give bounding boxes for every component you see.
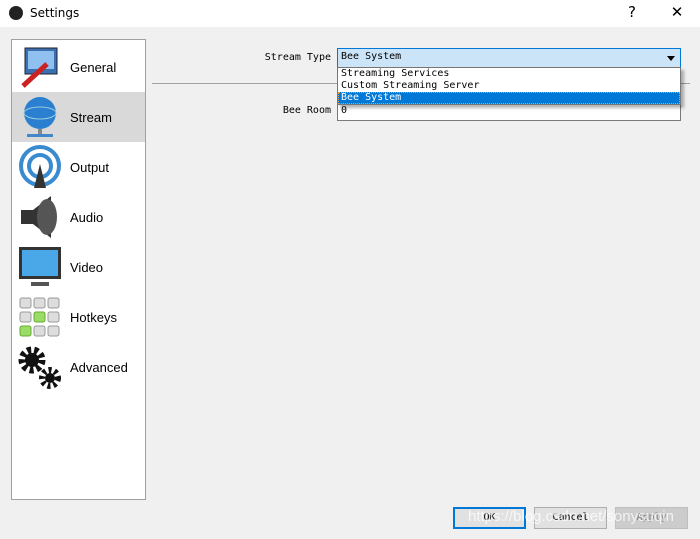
obs-logo-icon <box>9 6 23 20</box>
help-button[interactable]: ? <box>620 3 644 21</box>
stream-globe-icon <box>23 97 57 137</box>
stream-type-dropdown-list: Streaming Services Custom Streaming Serv… <box>337 67 681 105</box>
option-streaming-services[interactable]: Streaming Services <box>338 68 680 80</box>
sidebar-item-output[interactable]: Output <box>12 142 145 192</box>
sidebar-item-label: Hotkeys <box>70 310 117 325</box>
sidebar-item-label: Audio <box>70 210 104 225</box>
ok-button[interactable]: OK <box>453 507 526 529</box>
speaker-icon <box>21 196 57 238</box>
sidebar-item-general[interactable]: General <box>12 42 145 92</box>
sidebar-item-stream[interactable]: Stream <box>12 92 145 142</box>
sidebar-item-label: Output <box>70 160 110 175</box>
bee-room-label: Bee Room <box>282 105 331 116</box>
sidebar-item-hotkeys[interactable]: Hotkeys <box>12 292 145 342</box>
sidebar-item-label: Video <box>70 260 104 275</box>
general-icon <box>21 47 58 88</box>
sidebar-item-label: Stream <box>70 110 112 125</box>
close-button[interactable]: ✕ <box>665 3 689 21</box>
stream-type-label: Stream Type <box>264 52 331 63</box>
title-bar: Settings ? ✕ <box>0 0 700 27</box>
sidebar-item-label: Advanced <box>70 360 128 375</box>
sidebar-item-audio[interactable]: Audio <box>12 192 145 242</box>
option-custom-streaming-server[interactable]: Custom Streaming Server <box>338 80 680 92</box>
window-title: Settings <box>30 6 80 20</box>
settings-sidebar: General Stream Output Audio Video Hotkey… <box>11 39 146 500</box>
sidebar-item-label: General <box>70 60 117 75</box>
apply-button[interactable]: Apply <box>615 507 688 529</box>
stream-type-value: Bee System <box>341 51 402 62</box>
output-broadcast-icon <box>19 145 61 188</box>
monitor-icon <box>19 247 61 286</box>
cancel-button[interactable]: Cancel <box>534 507 607 529</box>
sidebar-item-video[interactable]: Video <box>12 242 145 292</box>
sidebar-item-advanced[interactable]: Advanced <box>12 342 145 392</box>
option-bee-system[interactable]: Bee System <box>338 92 680 104</box>
chevron-down-icon <box>667 56 675 61</box>
gears-icon <box>18 346 61 389</box>
keyboard-icon <box>19 297 60 337</box>
stream-type-select[interactable]: Bee System <box>337 48 681 68</box>
bee-room-value: 0 <box>341 105 348 116</box>
